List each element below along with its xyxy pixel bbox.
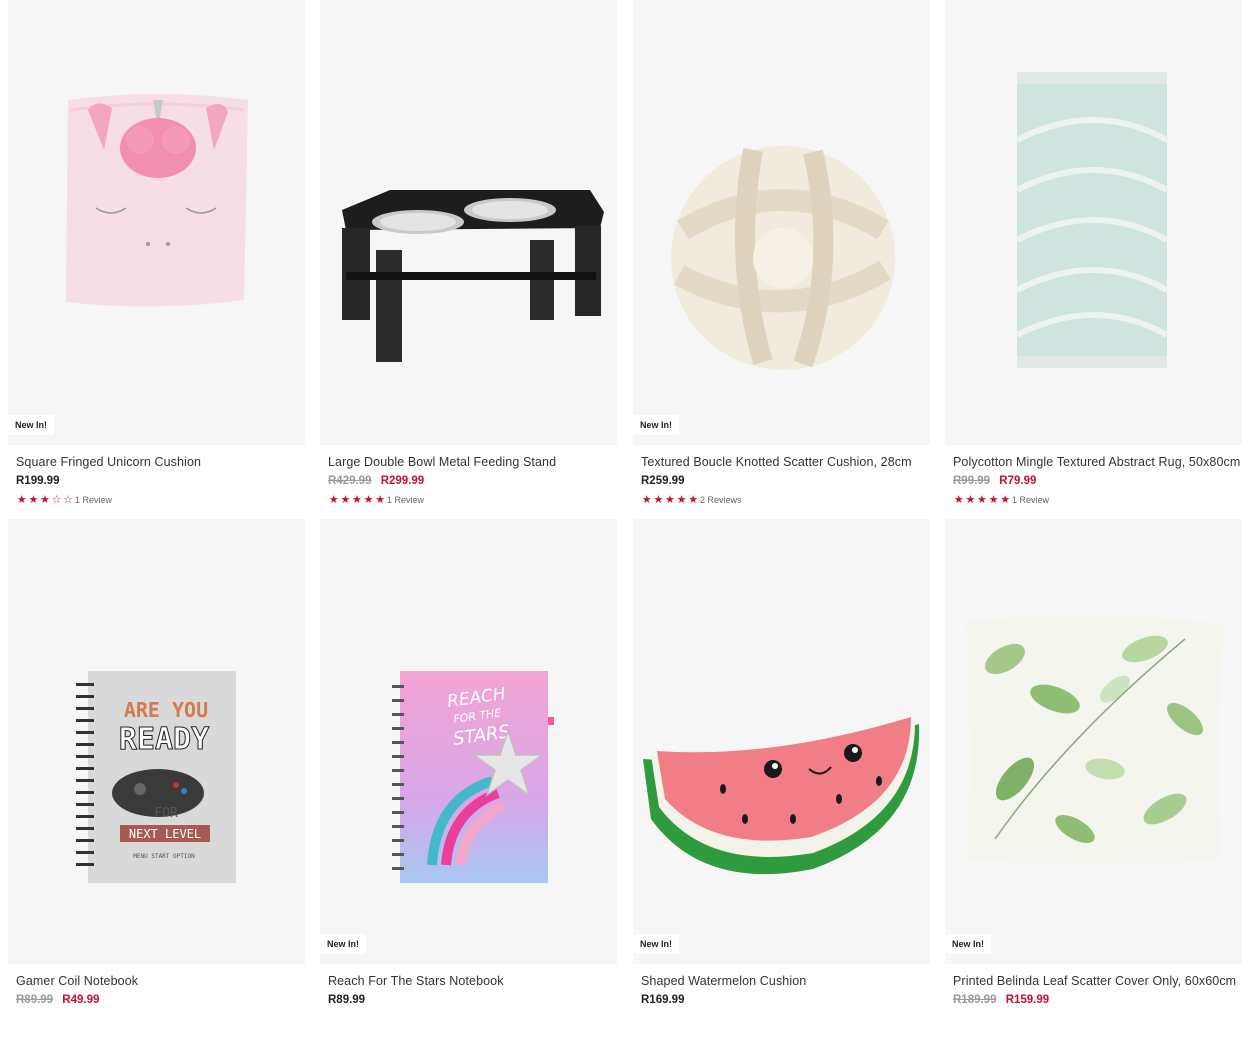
product-info: Reach For The Stars Notebook R89.99 <box>328 974 613 1008</box>
was-price: R89.99 <box>16 994 54 1006</box>
product-card[interactable]: New In! Printed Belinda Leaf Scatter Cov… <box>945 519 1242 1038</box>
leaf-cushion-image <box>965 616 1223 864</box>
product-card[interactable]: ARE YOU READY FOR NEXT LEVEL MENU START … <box>8 519 305 1038</box>
star-empty-icon: ☆ <box>51 493 62 506</box>
star-filled-icon: ★ <box>375 493 386 506</box>
feeding-stand-image <box>342 190 604 362</box>
current-price: R259.99 <box>641 475 685 487</box>
product-card[interactable]: REACH FOR THE STARS New In! Reach For Th… <box>320 519 617 1038</box>
product-image[interactable]: New In! <box>945 519 1242 964</box>
star-filled-icon: ★ <box>676 493 687 506</box>
sale-price: R159.99 <box>1005 994 1050 1006</box>
star-filled-icon: ★ <box>965 493 976 506</box>
star-empty-icon: ☆ <box>63 493 74 506</box>
product-image[interactable]: ARE YOU READY FOR NEXT LEVEL MENU START … <box>8 519 305 964</box>
product-info: Printed Belinda Leaf Scatter Cover Only,… <box>953 974 1238 1008</box>
product-image[interactable]: New In! <box>633 519 930 964</box>
unicorn-cushion-image <box>66 94 248 307</box>
new-in-badge: New In! <box>633 934 680 954</box>
was-price: R189.99 <box>953 994 997 1006</box>
star-filled-icon: ★ <box>641 493 652 506</box>
star-filled-icon: ★ <box>40 493 50 506</box>
product-price: R429.99 R299.99 <box>328 474 613 489</box>
star-filled-icon: ★ <box>28 493 39 506</box>
product-image[interactable]: REACH FOR THE STARS New In! <box>320 519 617 964</box>
review-count[interactable]: 1 Review <box>75 495 112 505</box>
rug-image <box>1015 72 1169 368</box>
new-in-badge: New In! <box>945 934 992 954</box>
product-price: R199.99 <box>16 474 301 489</box>
product-title[interactable]: Gamer Coil Notebook <box>16 974 301 989</box>
star-filled-icon: ★ <box>977 493 987 506</box>
current-price: R199.99 <box>16 475 60 487</box>
star-filled-icon: ★ <box>653 493 664 506</box>
star-rating[interactable]: ★ ★ ★ ★ ★ 1 Review <box>328 493 613 507</box>
product-title[interactable]: Printed Belinda Leaf Scatter Cover Only,… <box>953 974 1238 989</box>
star-filled-icon: ★ <box>688 493 699 506</box>
svg-text:MENU START OPTION: MENU START OPTION <box>133 853 195 860</box>
product-info: Square Fringed Unicorn Cushion R199.99 ★… <box>16 455 301 507</box>
product-card[interactable]: New In! Shaped Watermelon Cushion R169.9… <box>633 519 930 1038</box>
sale-price: R79.99 <box>999 475 1037 487</box>
product-title[interactable]: Square Fringed Unicorn Cushion <box>16 455 301 470</box>
gamer-notebook-image: ARE YOU READY FOR NEXT LEVEL MENU START … <box>76 671 236 883</box>
product-image[interactable] <box>945 0 1242 445</box>
product-info: Shaped Watermelon Cushion R169.99 <box>641 974 926 1008</box>
product-image[interactable]: New In! <box>8 0 305 445</box>
svg-text:ARE YOU: ARE YOU <box>124 698 208 722</box>
product-price: R169.99 <box>641 993 926 1008</box>
svg-text:FOR: FOR <box>154 806 178 821</box>
sale-price: R299.99 <box>380 475 425 487</box>
product-info: Textured Boucle Knotted Scatter Cushion,… <box>641 455 926 507</box>
product-title[interactable]: Shaped Watermelon Cushion <box>641 974 926 989</box>
star-rating[interactable]: ★ ★ ★ ★ ★ 2 Reviews <box>641 493 926 507</box>
product-card[interactable]: New In! Square Fringed Unicorn Cushion R… <box>8 0 305 519</box>
current-price: R169.99 <box>641 994 685 1006</box>
star-filled-icon: ★ <box>953 493 964 506</box>
product-price: R89.99 <box>328 993 613 1008</box>
product-card[interactable]: New In! Textured Boucle Knotted Scatter … <box>633 0 930 519</box>
star-filled-icon: ★ <box>1000 493 1011 506</box>
star-filled-icon: ★ <box>352 493 362 506</box>
product-info: Gamer Coil Notebook R89.99 R49.99 <box>16 974 301 1008</box>
svg-text:READY: READY <box>119 722 209 757</box>
svg-text:NEXT LEVEL: NEXT LEVEL <box>129 827 201 841</box>
product-price: R189.99 R159.99 <box>953 993 1238 1008</box>
was-price: R99.99 <box>953 475 991 487</box>
product-image[interactable] <box>320 0 617 445</box>
product-price: R259.99 <box>641 474 926 489</box>
product-grid: New In! Square Fringed Unicorn Cushion R… <box>0 0 1250 1036</box>
was-price: R429.99 <box>328 475 372 487</box>
product-title[interactable]: Reach For The Stars Notebook <box>328 974 613 989</box>
current-price: R89.99 <box>328 994 366 1006</box>
review-count[interactable]: 2 Reviews <box>700 495 742 505</box>
product-card[interactable]: Polycotton Mingle Textured Abstract Rug,… <box>945 0 1242 519</box>
product-title[interactable]: Large Double Bowl Metal Feeding Stand <box>328 455 613 470</box>
star-filled-icon: ★ <box>328 493 339 506</box>
new-in-badge: New In! <box>320 934 367 954</box>
new-in-badge: New In! <box>8 415 55 435</box>
star-rating[interactable]: ★ ★ ★ ☆ ☆ 1 Review <box>16 493 301 507</box>
star-filled-icon: ★ <box>363 493 374 506</box>
star-filled-icon: ★ <box>665 493 675 506</box>
new-in-badge: New In! <box>633 415 680 435</box>
star-filled-icon: ★ <box>16 493 27 506</box>
product-image[interactable]: New In! <box>633 0 930 445</box>
product-title[interactable]: Polycotton Mingle Textured Abstract Rug,… <box>953 455 1240 470</box>
product-info: Large Double Bowl Metal Feeding Stand R4… <box>328 455 613 507</box>
star-rating[interactable]: ★ ★ ★ ★ ★ 1 Review <box>953 493 1238 507</box>
star-filled-icon: ★ <box>340 493 351 506</box>
product-title[interactable]: Textured Boucle Knotted Scatter Cushion,… <box>641 455 926 470</box>
knot-cushion-image <box>671 146 895 370</box>
product-price: R89.99 R49.99 <box>16 993 301 1008</box>
sale-price: R49.99 <box>62 994 100 1006</box>
stars-notebook-image: REACH FOR THE STARS <box>392 671 554 883</box>
product-price: R99.99 R79.99 <box>953 474 1238 489</box>
watermelon-cushion-image <box>643 717 920 875</box>
star-filled-icon: ★ <box>988 493 999 506</box>
product-info: Polycotton Mingle Textured Abstract Rug,… <box>953 455 1240 507</box>
review-count[interactable]: 1 Review <box>1012 495 1049 505</box>
product-card[interactable]: Large Double Bowl Metal Feeding Stand R4… <box>320 0 617 519</box>
review-count[interactable]: 1 Review <box>387 495 424 505</box>
